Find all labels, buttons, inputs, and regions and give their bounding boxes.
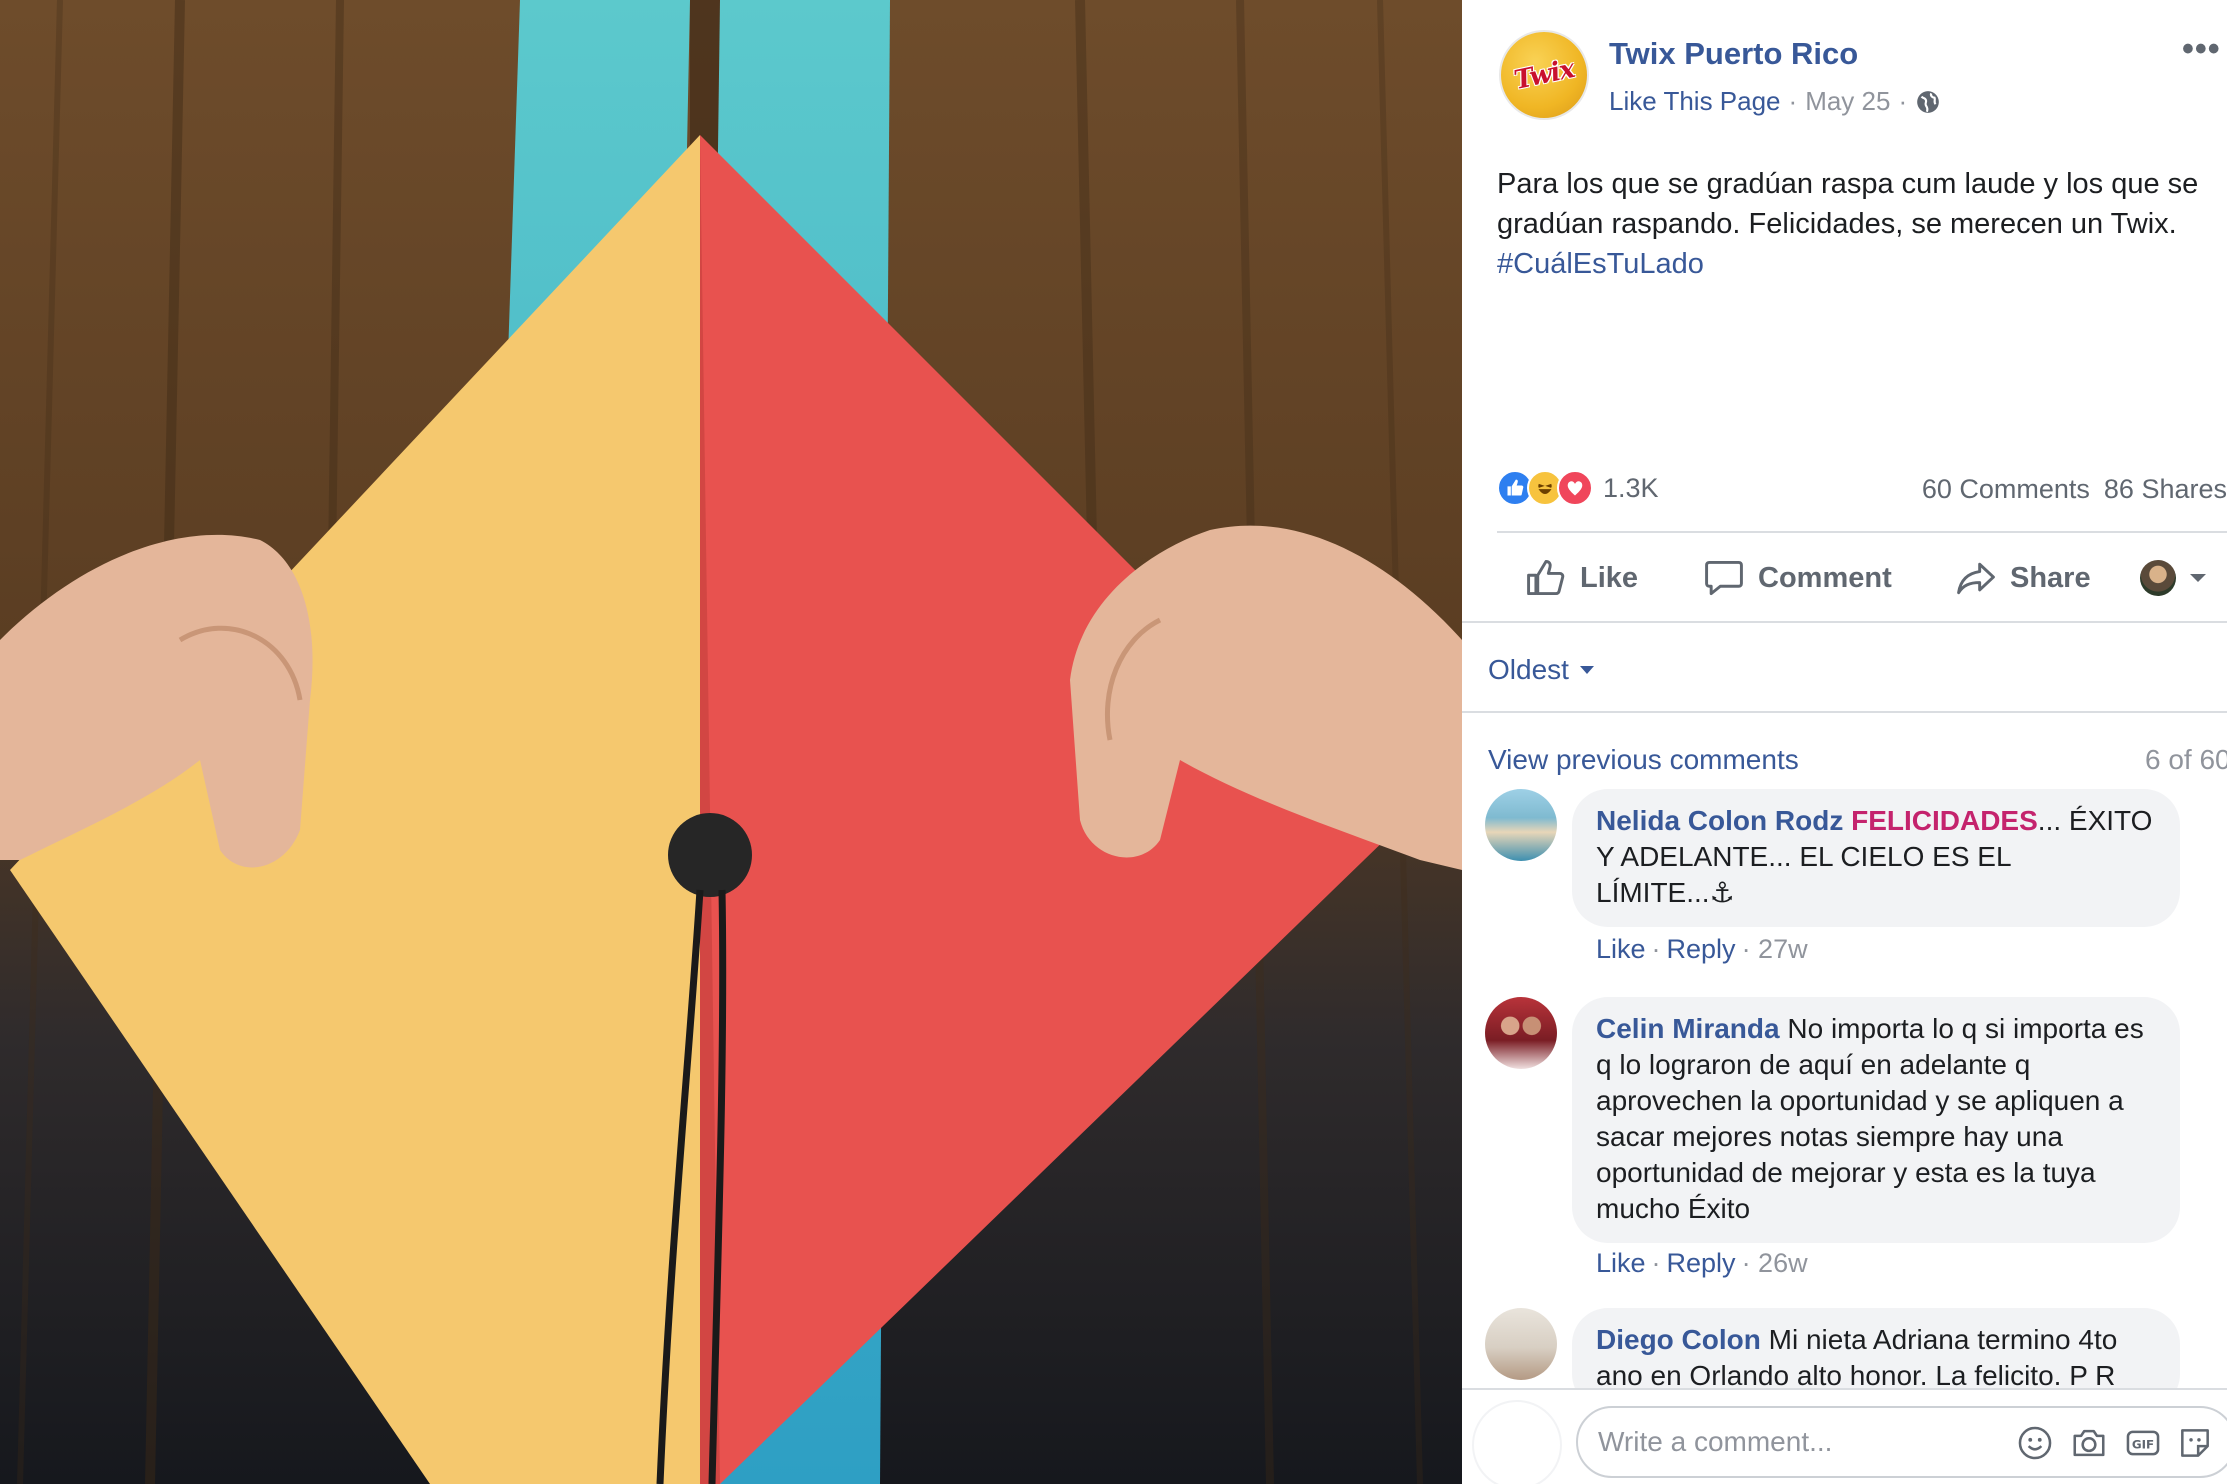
comment-count-indicator: 6 of 60 bbox=[2145, 744, 2227, 775]
post-text: Para los que se gradúan raspa cum laude … bbox=[1497, 164, 2207, 284]
commenter-avatar[interactable] bbox=[1485, 789, 1557, 861]
emoji-icon[interactable] bbox=[2016, 1424, 2054, 1462]
like-button[interactable]: Like bbox=[1524, 553, 1638, 603]
page-avatar[interactable]: Twix bbox=[1499, 30, 1589, 120]
love-reaction-icon bbox=[1557, 470, 1593, 506]
post-meta: Like This Page · May 25 · bbox=[1609, 86, 1941, 117]
share-label: Share bbox=[2010, 561, 2091, 594]
comments-count[interactable]: 60 Comments bbox=[1922, 474, 2090, 505]
comment-actions: Like · Reply · 26w bbox=[1596, 1248, 1808, 1279]
commenter-avatar[interactable] bbox=[1485, 997, 1557, 1069]
comment-time[interactable]: · 26w bbox=[1742, 1248, 1808, 1279]
divider bbox=[1462, 621, 2227, 623]
hashtag-link[interactable]: #CuálEsTuLado bbox=[1497, 248, 1704, 280]
divider bbox=[1462, 711, 2227, 713]
comment-composer: Write a comment... GIF bbox=[1462, 1388, 2227, 1484]
share-arrow-icon bbox=[1957, 562, 1995, 595]
engagement-counts: 60 Comments 86 Shares bbox=[1922, 474, 2227, 505]
comment-like-link[interactable]: Like bbox=[1596, 1248, 1646, 1279]
shares-count[interactable]: 86 Shares bbox=[2104, 474, 2227, 505]
post-as-selector[interactable] bbox=[2140, 553, 2208, 603]
caret-down-icon bbox=[1579, 666, 1594, 674]
share-button[interactable]: Share bbox=[1954, 553, 2091, 603]
comment-input[interactable]: Write a comment... GIF bbox=[1576, 1406, 2227, 1478]
current-user-avatar bbox=[1472, 1400, 1562, 1484]
gif-icon[interactable]: GIF bbox=[2124, 1424, 2162, 1462]
post-date[interactable]: May 25 bbox=[1805, 86, 1890, 117]
comment-bubble: Celin Miranda No importa lo q si importa… bbox=[1572, 997, 2180, 1243]
comment-highlight-text: FELICIDADES bbox=[1851, 805, 2038, 836]
comment-bubble-icon bbox=[1705, 560, 1743, 596]
comment-sort-dropdown[interactable]: Oldest bbox=[1488, 654, 1595, 686]
comment-actions: Like · Reply · 27w bbox=[1596, 934, 1808, 965]
view-previous-comments[interactable]: View previous comments bbox=[1488, 744, 1799, 776]
comment-bubble: Nelida Colon Rodz FELICIDADES... ÉXITO Y… bbox=[1572, 789, 2180, 927]
like-page-link[interactable]: Like This Page bbox=[1609, 86, 1781, 117]
meta-separator: · bbox=[1898, 86, 1908, 116]
comment-input-placeholder: Write a comment... bbox=[1598, 1426, 1833, 1457]
sticker-icon[interactable] bbox=[2176, 1424, 2214, 1462]
cap-button bbox=[668, 813, 752, 897]
divider bbox=[1497, 531, 2227, 533]
comment-reply-link[interactable]: Reply bbox=[1667, 1248, 1736, 1279]
svg-text:GIF: GIF bbox=[2132, 1438, 2154, 1452]
comment-label: Comment bbox=[1758, 561, 1892, 594]
like-label: Like bbox=[1580, 561, 1639, 594]
comment-like-link[interactable]: Like bbox=[1596, 934, 1646, 965]
comment-actions-separator: · bbox=[1651, 934, 1661, 964]
twix-logo: Twix bbox=[1511, 54, 1577, 96]
comment-time[interactable]: · 27w bbox=[1742, 934, 1808, 965]
camera-icon[interactable] bbox=[2070, 1424, 2108, 1462]
profile-avatar bbox=[2140, 560, 2176, 596]
post-body: Para los que se gradúan raspa cum laude … bbox=[1497, 168, 2199, 240]
graduation-cap-illustration bbox=[0, 0, 1462, 1484]
post-sidebar: Twix Twix Puerto Rico Like This Page · M… bbox=[1462, 0, 2227, 1484]
commenter-avatar[interactable] bbox=[1485, 1308, 1557, 1380]
comment-author[interactable]: Nelida Colon Rodz bbox=[1596, 805, 1843, 836]
comment-actions-separator: · bbox=[1651, 1248, 1661, 1278]
comment-text: No importa lo q si importa es q lo logra… bbox=[1596, 1013, 2144, 1224]
comment-button[interactable]: Comment bbox=[1702, 553, 1892, 603]
page-name[interactable]: Twix Puerto Rico bbox=[1609, 36, 1858, 72]
globe-icon bbox=[1917, 90, 1939, 113]
comment-author[interactable]: Diego Colon bbox=[1596, 1324, 1761, 1355]
post-photo[interactable] bbox=[0, 0, 1462, 1484]
thumbs-up-icon bbox=[1527, 560, 1565, 596]
more-icon[interactable]: ••• bbox=[2182, 30, 2221, 69]
comment-reply-link[interactable]: Reply bbox=[1667, 934, 1736, 965]
caret-down-icon bbox=[2190, 574, 2206, 582]
sort-label: Oldest bbox=[1488, 654, 1569, 685]
divider bbox=[1462, 1388, 2227, 1390]
comment-author[interactable]: Celin Miranda bbox=[1596, 1013, 1780, 1044]
meta-separator: · bbox=[1788, 86, 1798, 116]
reactions-summary[interactable]: 1.3K bbox=[1497, 470, 1659, 506]
reaction-count: 1.3K bbox=[1603, 472, 1659, 503]
